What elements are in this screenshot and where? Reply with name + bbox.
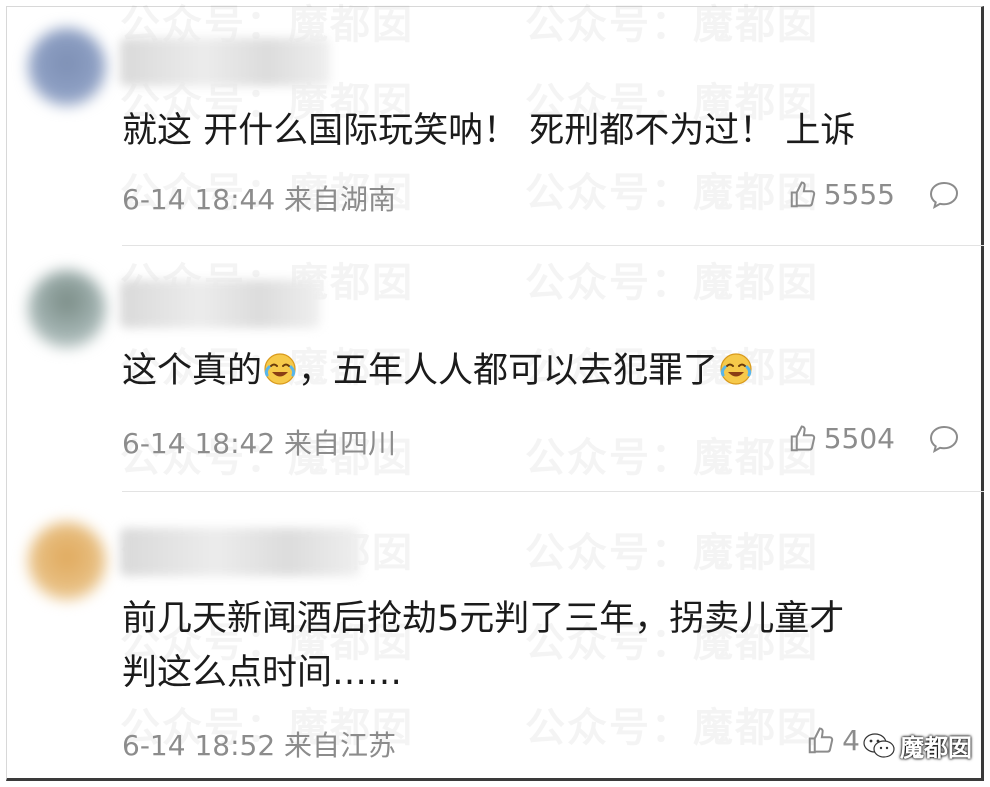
comment-meta: 6-14 18:44 来自湖南	[122, 178, 396, 218]
laughing-crying-emoji-icon	[720, 353, 752, 385]
reply-icon[interactable]	[928, 424, 960, 454]
comment-text: 就这 开什么国际玩笑呐！ 死刑都不为过！ 上诉	[122, 104, 855, 158]
comment-text-line: 判这么点时间……	[122, 653, 403, 693]
comment-location: 来自江苏	[284, 729, 397, 762]
comment-text-line: 前几天新闻酒后抢劫5元判了三年，拐卖儿童才	[122, 599, 845, 639]
comment-text: 这个真的 ，五年人人都可以去犯罪了	[122, 344, 754, 398]
thumbs-up-icon	[790, 180, 815, 207]
like-count: 5555	[823, 178, 895, 211]
comment-text-line: 就这 开什么国际玩笑呐！ 死刑都不为过！ 上诉	[122, 111, 856, 151]
avatar[interactable]	[28, 270, 106, 348]
wechat-account-badge: 魔都囡	[862, 728, 972, 763]
comment-location: 来自湖南	[284, 183, 397, 216]
thumbs-up-icon	[808, 726, 834, 753]
comment-time: 6-14 18:44	[122, 183, 276, 216]
comment-location: 来自四川	[284, 427, 397, 460]
comment-time: 6-14 18:42	[122, 427, 276, 460]
like-button[interactable]: 5555	[788, 178, 895, 211]
comment-item: 就这 开什么国际玩笑呐！ 死刑都不为过！ 上诉 6-14 18:44 来自湖南 …	[0, 0, 990, 246]
like-button[interactable]: 5504	[788, 422, 895, 455]
like-button[interactable]: 4	[806, 724, 860, 757]
laughing-crying-emoji-icon	[264, 353, 296, 385]
thumbs-up-icon	[790, 424, 815, 451]
avatar[interactable]	[28, 522, 106, 600]
username-blurred[interactable]	[120, 528, 360, 576]
like-count: 5504	[823, 422, 895, 455]
avatar[interactable]	[28, 28, 106, 106]
comment-text-part: ，五年人人都可以去犯罪了	[298, 351, 719, 391]
like-count: 4	[842, 724, 860, 757]
comment-item: 这个真的 ，五年人人都可以去犯罪了 6-14 18:42 来自四川 5504	[0, 246, 990, 492]
wechat-icon	[863, 732, 895, 758]
comment-item: 前几天新闻酒后抢劫5元判了三年，拐卖儿童才 判这么点时间…… 6-14 18:5…	[0, 492, 990, 787]
comment-text: 前几天新闻酒后抢劫5元判了三年，拐卖儿童才 判这么点时间……	[122, 592, 844, 700]
reply-icon[interactable]	[928, 180, 960, 210]
comment-time: 6-14 18:52	[122, 729, 276, 762]
comment-meta: 6-14 18:42 来自四川	[122, 422, 396, 462]
comment-meta: 6-14 18:52 来自江苏	[122, 724, 396, 764]
comment-text-part: 这个真的	[122, 351, 263, 391]
username-blurred[interactable]	[120, 280, 320, 328]
username-blurred[interactable]	[120, 38, 330, 86]
badge-label: 魔都囡	[900, 734, 972, 762]
